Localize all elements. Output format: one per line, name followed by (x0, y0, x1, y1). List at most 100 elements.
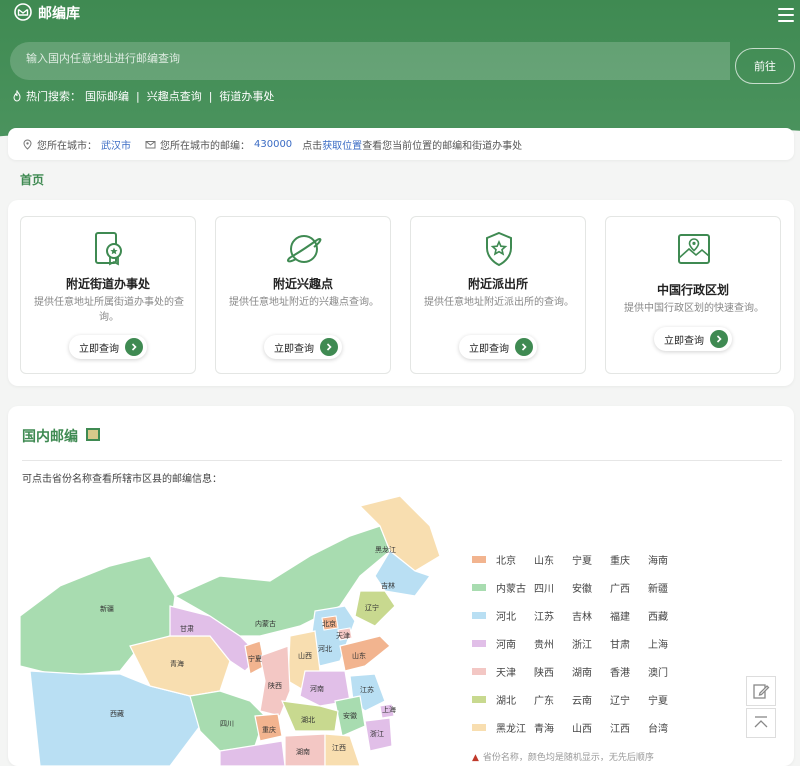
legend-province-link[interactable]: 河北 (496, 608, 534, 623)
legend-province-link[interactable]: 宁夏 (572, 552, 610, 567)
legend-province-link[interactable]: 广东 (534, 692, 572, 707)
card-admin-division[interactable]: 中国行政区划 提供中国行政区划的快速查询。 立即查询 (605, 216, 781, 374)
legend-province-link[interactable]: 广西 (610, 580, 648, 595)
card-police-station[interactable]: 附近派出所 提供任意地址附近派出所的查询。 立即查询 (410, 216, 586, 374)
legend-province-link[interactable]: 黑龙江 (496, 720, 534, 735)
location-pin-icon (23, 138, 32, 150)
legend-province-link[interactable]: 北京 (496, 552, 534, 567)
legend-province-link[interactable]: 贵州 (534, 636, 572, 651)
envelope-icon (145, 140, 156, 148)
map-label: 西藏 (110, 709, 124, 718)
query-now-button[interactable]: 立即查询 (264, 335, 342, 359)
search-go-button[interactable]: 前往 (735, 48, 795, 84)
card-street-office[interactable]: 附近街道办事处 提供任意地址所属街道办事处的查询。 立即查询 (20, 216, 196, 374)
map-label: 山西 (298, 651, 312, 660)
legend-province-link[interactable]: 湖北 (496, 692, 534, 707)
query-now-button[interactable]: 立即查询 (459, 335, 537, 359)
legend-province-link[interactable]: 浙江 (572, 636, 610, 651)
legend-row: 黑龙江 青海 山西 江西 台湾 (472, 720, 686, 735)
location-bar: 您所在城市： 武汉市 您所在城市的邮编： 430000 点击 获取位置 查看您当… (8, 128, 794, 160)
legend-province-link[interactable]: 湖南 (572, 664, 610, 679)
hot-separator: | (208, 89, 213, 103)
legend-province-link[interactable]: 甘肃 (610, 636, 648, 651)
get-location-link[interactable]: 获取位置 (322, 137, 362, 152)
current-city-link[interactable]: 武汉市 (101, 137, 131, 152)
flame-icon (13, 90, 21, 102)
back-to-top-button[interactable] (746, 708, 776, 738)
legend-province-link[interactable]: 陕西 (534, 664, 572, 679)
legend-province-link[interactable]: 海南 (648, 552, 686, 567)
legend-province-link[interactable]: 辽宁 (610, 692, 648, 707)
legend-province-link[interactable]: 香港 (610, 664, 648, 679)
card-title: 中国行政区划 (656, 283, 729, 297)
chevron-right-icon (710, 330, 728, 348)
map-label: 辽宁 (365, 603, 379, 612)
current-postcode-link[interactable]: 430000 (254, 139, 292, 150)
divider (22, 460, 782, 461)
legend-province-link[interactable]: 山东 (534, 552, 572, 567)
search-input[interactable] (26, 52, 706, 65)
legend-province-link[interactable]: 天津 (496, 664, 534, 679)
query-now-button[interactable]: 立即查询 (69, 335, 147, 359)
map-label: 江苏 (360, 685, 374, 694)
legend-province-link[interactable]: 河南 (496, 636, 534, 651)
legend-swatch (472, 555, 486, 563)
map-label: 安徽 (343, 711, 357, 720)
legend-province-link[interactable]: 新疆 (648, 580, 686, 595)
legend-province-link[interactable]: 江西 (610, 720, 648, 735)
legend-row: 湖北 广东 云南 辽宁 宁夏 (472, 692, 686, 707)
legend-row: 内蒙古 四川 安徽 广西 新疆 (472, 580, 686, 595)
legend-swatch (472, 639, 486, 647)
card-title: 附近兴趣点 (272, 277, 333, 291)
hot-link-international[interactable]: 国际邮编 (85, 88, 129, 104)
legend-province-link[interactable]: 重庆 (610, 552, 648, 567)
legend-province-link[interactable]: 宁夏 (648, 692, 686, 707)
feedback-edit-button[interactable] (746, 676, 776, 706)
legend-province-link[interactable]: 四川 (534, 580, 572, 595)
map-label: 湖南 (296, 747, 310, 756)
legend-row: 天津 陕西 湖南 香港 澳门 (472, 664, 686, 679)
card-nearby-poi[interactable]: 附近兴趣点 提供任意地址附近的兴趣点查询。 立即查询 (215, 216, 391, 374)
legend-province-link[interactable]: 云南 (572, 692, 610, 707)
china-province-map: 黑龙江 吉林 辽宁 北京 天津 河北 内蒙古 新疆 甘肃 宁夏 山西 山东 青海… (20, 496, 441, 766)
hot-link-street-office[interactable]: 街道办事处 (219, 88, 274, 104)
map-label: 吉林 (381, 581, 395, 590)
search-box (10, 42, 730, 80)
map-label: 新疆 (100, 604, 114, 613)
map-label: 河南 (310, 684, 324, 693)
query-now-button[interactable]: 立即查询 (654, 327, 732, 351)
postcode-label: 您所在城市的邮编： (160, 140, 250, 152)
legend-province-link[interactable]: 台湾 (648, 720, 686, 735)
map-label: 湖北 (301, 715, 315, 724)
legend-province-link[interactable]: 内蒙古 (496, 580, 534, 595)
legend-province-link[interactable]: 澳门 (648, 664, 686, 679)
breadcrumb-home[interactable]: 首页 (20, 171, 44, 188)
legend-province-link[interactable]: 上海 (648, 636, 686, 651)
legend-swatch (472, 695, 486, 703)
hamburger-menu-icon[interactable] (778, 8, 794, 22)
map-label: 陕西 (268, 681, 282, 690)
map-label: 青海 (170, 659, 184, 668)
legend-province-link[interactable]: 青海 (534, 720, 572, 735)
legend-province-link[interactable]: 山西 (572, 720, 610, 735)
stamp-icon (86, 428, 100, 441)
map-label: 天津 (336, 632, 350, 640)
app-title[interactable]: 邮编库 (38, 3, 80, 23)
map-pin-icon (678, 234, 710, 264)
hot-search-row: 热门搜索： 国际邮编 | 兴趣点查询 | 街道办事处 (12, 88, 274, 104)
legend-province-link[interactable]: 吉林 (572, 608, 610, 623)
legend-province-link[interactable]: 安徽 (572, 580, 610, 595)
hot-link-poi[interactable]: 兴趣点查询 (147, 88, 202, 104)
edit-icon (753, 684, 770, 699)
card-description: 提供任意地址附近的兴趣点查询。 (229, 297, 379, 308)
city-label: 您所在城市： (37, 140, 97, 152)
card-title: 附近派出所 (467, 277, 528, 291)
map-label: 浙江 (370, 729, 384, 738)
legend-swatch (472, 583, 486, 591)
legend-province-link[interactable]: 福建 (610, 608, 648, 623)
legend-province-link[interactable]: 江苏 (534, 608, 572, 623)
mail-logo-icon (14, 3, 32, 21)
query-now-label: 立即查询 (664, 335, 704, 347)
intro-text: 可点击省份名称查看所辖市区县的邮编信息： (22, 474, 222, 485)
legend-province-link[interactable]: 西藏 (648, 608, 686, 623)
